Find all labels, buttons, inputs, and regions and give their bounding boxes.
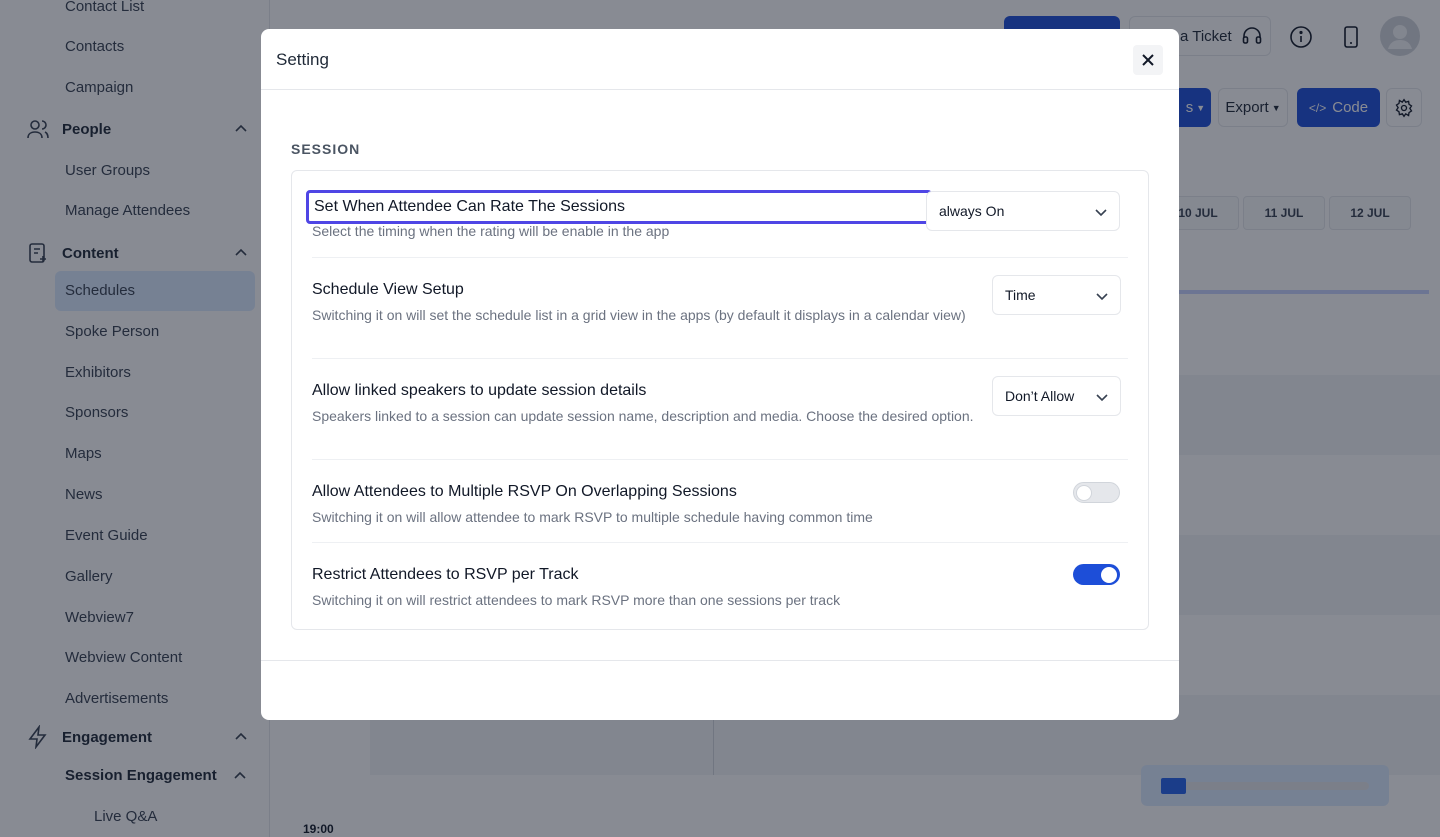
modal-header: Setting: [261, 29, 1179, 90]
chevron-down-icon: [1094, 389, 1110, 405]
speaker-update-select[interactable]: Don’t Allow: [992, 376, 1121, 416]
select-value: Time: [1005, 287, 1036, 303]
section-title: SESSION: [291, 141, 361, 157]
select-value: always On: [939, 203, 1005, 219]
setting-title: Schedule View Setup: [312, 281, 464, 298]
toggle-knob: [1076, 485, 1092, 501]
modal-title: Setting: [276, 50, 329, 69]
chevron-down-icon: [1093, 204, 1109, 220]
setting-title: Allow Attendees to Multiple RSVP On Over…: [312, 483, 737, 500]
setting-title: Allow linked speakers to update session …: [312, 382, 647, 399]
setting-description: Switching it on will set the schedule li…: [312, 307, 966, 323]
rating-timing-select[interactable]: always On: [926, 191, 1120, 231]
close-button[interactable]: [1133, 45, 1163, 75]
schedule-view-select[interactable]: Time: [992, 275, 1121, 315]
chevron-down-icon: [1094, 288, 1110, 304]
setting-title-focused: Set When Attendee Can Rate The Sessions: [306, 190, 932, 224]
setting-title: Restrict Attendees to RSVP per Track: [312, 566, 579, 583]
multiple-rsvp-toggle[interactable]: [1073, 482, 1120, 503]
settings-card: Set When Attendee Can Rate The Sessions …: [291, 170, 1149, 630]
close-icon: [1142, 54, 1154, 66]
toggle-knob: [1101, 566, 1117, 583]
setting-description: Select the timing when the rating will b…: [312, 223, 670, 239]
setting-description: Speakers linked to a session can update …: [312, 408, 974, 424]
row-divider: [312, 542, 1128, 543]
settings-modal: Setting SESSION Set When Attendee Can Ra…: [261, 29, 1179, 720]
setting-description: Switching it on will restrict attendees …: [312, 592, 841, 608]
select-value: Don’t Allow: [1005, 388, 1075, 404]
row-divider: [312, 459, 1128, 460]
modal-footer: [261, 660, 1179, 720]
setting-description: Switching it on will allow attendee to m…: [312, 509, 873, 525]
row-divider: [312, 358, 1128, 359]
row-divider: [312, 257, 1128, 258]
restrict-rsvp-toggle[interactable]: [1073, 564, 1120, 585]
